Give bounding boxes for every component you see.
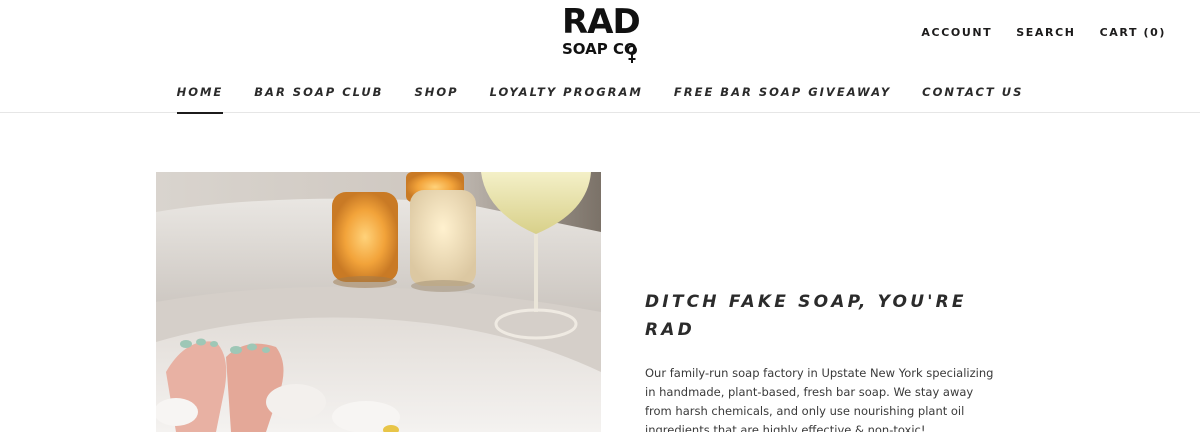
main-navigation: HOME BAR SOAP CLUB SHOP LOYALTY PROGRAM … <box>0 84 1200 114</box>
bath-scene-illustration <box>156 172 601 432</box>
venus-symbol-icon <box>627 45 637 63</box>
hero-heading: DITCH FAKE SOAP, YOU'RE RAD <box>645 292 967 340</box>
header-utility-links: ACCOUNT SEARCH CART (0) <box>921 26 1166 39</box>
search-link[interactable]: SEARCH <box>1016 26 1075 39</box>
hero-description: Our family-run soap factory in Upstate N… <box>645 366 994 432</box>
nav-item-loyalty-program[interactable]: LOYALTY PROGRAM <box>474 84 658 100</box>
logo-wordmark: RAD <box>562 2 641 42</box>
site-header: RAD SOAP CO ACCOUNT SEARCH CART (0) HOME… <box>0 0 1200 114</box>
nav-item-shop[interactable]: SHOP <box>399 84 474 100</box>
cart-link[interactable]: CART (0) <box>1100 26 1166 39</box>
hero-image <box>156 172 601 432</box>
nav-item-home[interactable]: HOME <box>161 84 239 114</box>
account-link[interactable]: ACCOUNT <box>921 26 992 39</box>
nav-item-contact-us[interactable]: CONTACT US <box>907 84 1039 100</box>
nav-item-free-bar-soap-giveaway[interactable]: FREE BAR SOAP GIVEAWAY <box>658 84 906 100</box>
nav-item-bar-soap-club[interactable]: BAR SOAP CLUB <box>239 84 399 100</box>
hero-text-block: DITCH FAKE SOAP, YOU'RE RAD Our family-r… <box>645 288 1005 432</box>
brand-logo[interactable]: RAD SOAP CO <box>558 2 644 63</box>
